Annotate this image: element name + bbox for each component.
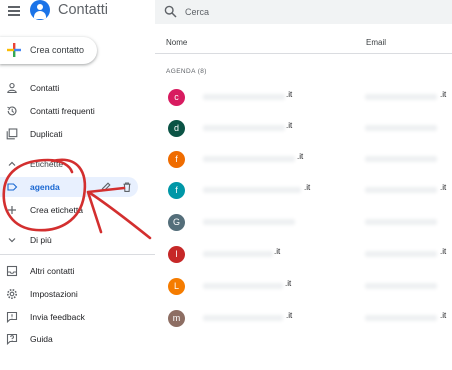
table-row[interactable]: L .it [155,271,452,303]
plus-icon [7,43,21,57]
app-title: Contatti [58,2,108,18]
section-label: AGENDA (8) [166,68,207,75]
inbox-icon [6,265,18,277]
sidebar-item-agenda[interactable]: agenda [0,177,138,197]
column-header-email[interactable]: Email [366,38,386,47]
table-row[interactable]: d .it [155,113,452,145]
column-header-name[interactable]: Nome [166,38,187,47]
contact-name: .it [274,247,281,256]
search-icon[interactable] [164,5,177,18]
sidebar-item-label: Duplicati [30,129,63,139]
plus-icon [8,206,16,214]
feedback-icon [6,311,18,323]
sidebar-item-label: Crea etichetta [30,205,83,215]
main-menu-icon[interactable] [8,6,20,16]
edit-icon[interactable] [100,181,112,193]
divider [0,254,155,255]
chevron-up-icon [8,161,16,166]
contact-name: .it [286,311,293,320]
contact-name: .it [297,152,304,161]
sidebar-item-settings[interactable]: Impostazioni [0,285,155,303]
table-row[interactable]: f .it .it [155,175,452,207]
create-contact-label: Crea contatto [30,45,85,55]
labels-header: Etichette [30,159,64,169]
table-row[interactable]: G [155,207,452,239]
labels-section-toggle[interactable]: Etichette [0,155,155,173]
duplicates-icon [6,128,18,140]
sidebar-item-label: agenda [30,182,60,192]
sidebar-item-label: Di più [30,235,52,245]
contact-name: .it [286,90,293,99]
trash-icon[interactable] [121,181,133,193]
table-row[interactable]: m .it .it [155,303,452,335]
more-section-toggle[interactable]: Di più [0,231,155,249]
sidebar-item-label: Contatti frequenti [30,106,95,116]
contact-email: .it [440,183,447,192]
contact-email: .it [440,311,447,320]
contact-name: .it [286,121,293,130]
avatar: L [168,278,185,295]
avatar: c [168,89,185,106]
avatar: d [168,120,185,137]
avatar: m [168,310,185,327]
contact-name: .it [304,183,311,192]
sidebar-item-label: Impostazioni [30,289,78,299]
help-icon [6,333,18,345]
table-header: Nome Email [155,32,452,54]
avatar: l [168,246,185,263]
sidebar-item-duplicates[interactable]: Duplicati [0,125,155,143]
sidebar-item-label: Guida [30,334,53,344]
table-row[interactable]: c .it .it [155,82,452,114]
sidebar-item-other-contacts[interactable]: Altri contatti [0,262,155,280]
sidebar-item-label: Invia feedback [30,312,85,322]
chevron-down-icon [8,238,16,243]
table-row[interactable]: l .it .it [155,239,452,271]
gear-icon [7,289,17,299]
create-contact-button[interactable]: Crea contatto [0,37,97,64]
person-icon [7,82,17,94]
avatar: f [168,151,185,168]
contact-name: .it [285,279,292,288]
sidebar: Contatti Crea contatto Contatti Contatti… [0,0,155,370]
history-icon [7,106,17,116]
create-label-item[interactable]: Crea etichetta [0,201,155,219]
sidebar-item-help[interactable]: Guida [0,330,155,348]
contact-email: .it [440,90,447,99]
avatar: f [168,182,185,199]
search-bar[interactable] [155,0,452,24]
sidebar-item-feedback[interactable]: Invia feedback [0,308,155,326]
label-icon [7,183,18,191]
avatar: G [168,214,185,231]
contacts-logo-icon [30,0,50,20]
search-input[interactable] [185,3,435,20]
table-row[interactable]: f .it [155,144,452,176]
sidebar-item-label: Contatti [30,83,60,93]
sidebar-item-label: Altri contatti [30,266,75,276]
sidebar-item-frequent[interactable]: Contatti frequenti [0,102,155,120]
contact-email: .it [440,247,447,256]
sidebar-item-contacts[interactable]: Contatti [0,79,155,97]
